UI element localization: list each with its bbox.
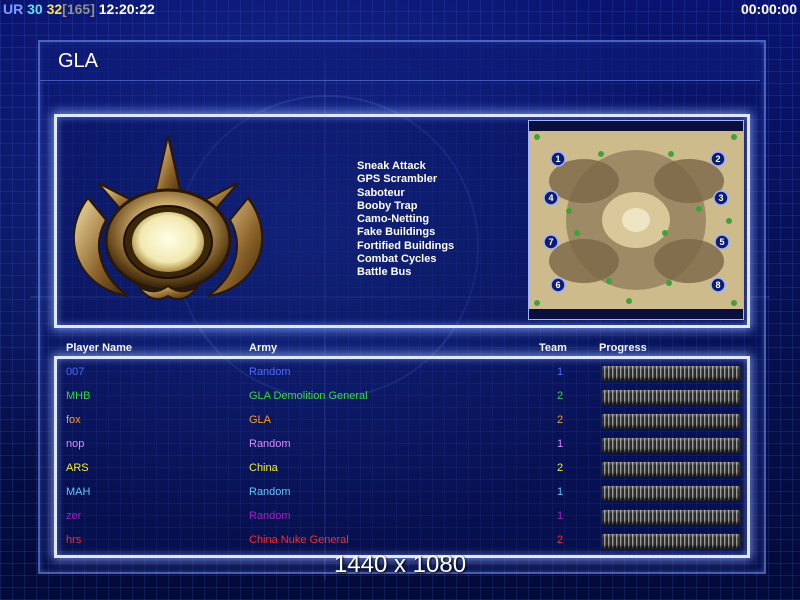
power-item: Battle Bus xyxy=(357,266,412,279)
start-position-label: 8 xyxy=(715,280,720,290)
map-terrain: 1 2 3 4 5 6 7 8 xyxy=(529,121,743,319)
table-row: ARS China 2 xyxy=(0,457,800,481)
player-team: 1 xyxy=(556,366,564,378)
power-item: Camo-Netting xyxy=(357,213,430,226)
progress-bar xyxy=(601,461,741,477)
power-item: Fake Buildings xyxy=(357,226,436,239)
column-header-progress: Progress xyxy=(599,342,647,354)
resolution-label: 1440 x 1080 xyxy=(333,551,467,578)
progress-bar xyxy=(601,389,741,405)
hud-bracket: [165] xyxy=(62,1,95,17)
player-army: Random xyxy=(249,510,291,522)
gla-emblem-icon xyxy=(72,135,264,301)
power-item: GPS Scrambler xyxy=(357,173,438,186)
player-name: MHB xyxy=(66,390,91,402)
table-row: MHB GLA Demolition General 2 xyxy=(0,385,800,409)
player-team: 2 xyxy=(556,534,564,546)
column-header-army: Army xyxy=(249,342,278,354)
power-item: Saboteur xyxy=(357,186,405,199)
start-position-label: 2 xyxy=(715,154,720,164)
start-position-label: 3 xyxy=(718,193,723,203)
player-name: fox xyxy=(66,414,81,426)
start-position-label: 6 xyxy=(555,280,560,290)
title-bar xyxy=(40,42,760,81)
start-position-label: 7 xyxy=(548,237,553,247)
player-army: Random xyxy=(249,486,291,498)
progress-bar xyxy=(601,485,741,501)
table-row: nop Random 1 xyxy=(0,433,800,457)
player-team: 2 xyxy=(556,390,564,402)
player-army: Random xyxy=(249,438,291,450)
player-army: GLA Demolition General xyxy=(249,390,368,402)
hud-prefix: UR xyxy=(3,1,24,17)
hud-value-b: 32 xyxy=(46,1,63,17)
player-team: 2 xyxy=(556,414,564,426)
power-item: Sneak Attack xyxy=(357,160,426,172)
player-name: MAH xyxy=(66,486,91,498)
start-position-label: 5 xyxy=(719,237,724,247)
table-row: zer Random 1 xyxy=(0,505,800,529)
table-row: 007 Random 1 xyxy=(0,361,800,385)
progress-bar xyxy=(601,509,741,525)
faction-title: GLA xyxy=(58,50,99,72)
column-header-player-name: Player Name xyxy=(66,342,133,354)
start-position-label: 1 xyxy=(555,154,560,164)
player-army: China Nuke General xyxy=(249,534,349,546)
progress-bar xyxy=(601,437,741,453)
progress-bar xyxy=(601,365,741,381)
player-name: zer xyxy=(66,510,82,522)
player-team: 1 xyxy=(556,438,564,450)
hud-value-a: 30 xyxy=(27,1,43,17)
table-row: fox GLA 2 xyxy=(0,409,800,433)
general-powers-list: Sneak Attack GPS Scrambler Saboteur Boob… xyxy=(357,160,454,280)
player-team: 2 xyxy=(556,462,564,474)
hud-stats: UR 30 32[165] 12:20:22 xyxy=(3,0,155,18)
hud-timer: 00:00:00 xyxy=(740,1,797,17)
progress-bar xyxy=(601,413,741,429)
power-item: Booby Trap xyxy=(357,199,418,212)
hud-clock: 12:20:22 xyxy=(98,1,155,17)
power-item: Fortified Buildings xyxy=(357,239,455,252)
table-row: MAH Random 1 xyxy=(0,481,800,505)
table-row: hrs China Nuke General 2 xyxy=(0,529,800,553)
progress-bar xyxy=(601,533,741,549)
power-item: Combat Cycles xyxy=(357,253,437,266)
column-header-team: Team xyxy=(539,342,567,354)
map-preview: 1 2 3 4 5 6 7 8 xyxy=(528,120,744,320)
player-army: China xyxy=(249,462,278,474)
player-team: 1 xyxy=(556,510,564,522)
player-army: GLA xyxy=(249,414,272,426)
player-name: hrs xyxy=(66,534,82,546)
player-team: 1 xyxy=(556,486,564,498)
player-name: 007 xyxy=(66,366,85,378)
player-name: ARS xyxy=(66,462,89,474)
player-name: nop xyxy=(66,438,85,450)
start-position-label: 4 xyxy=(548,193,553,203)
player-army: Random xyxy=(249,366,291,378)
